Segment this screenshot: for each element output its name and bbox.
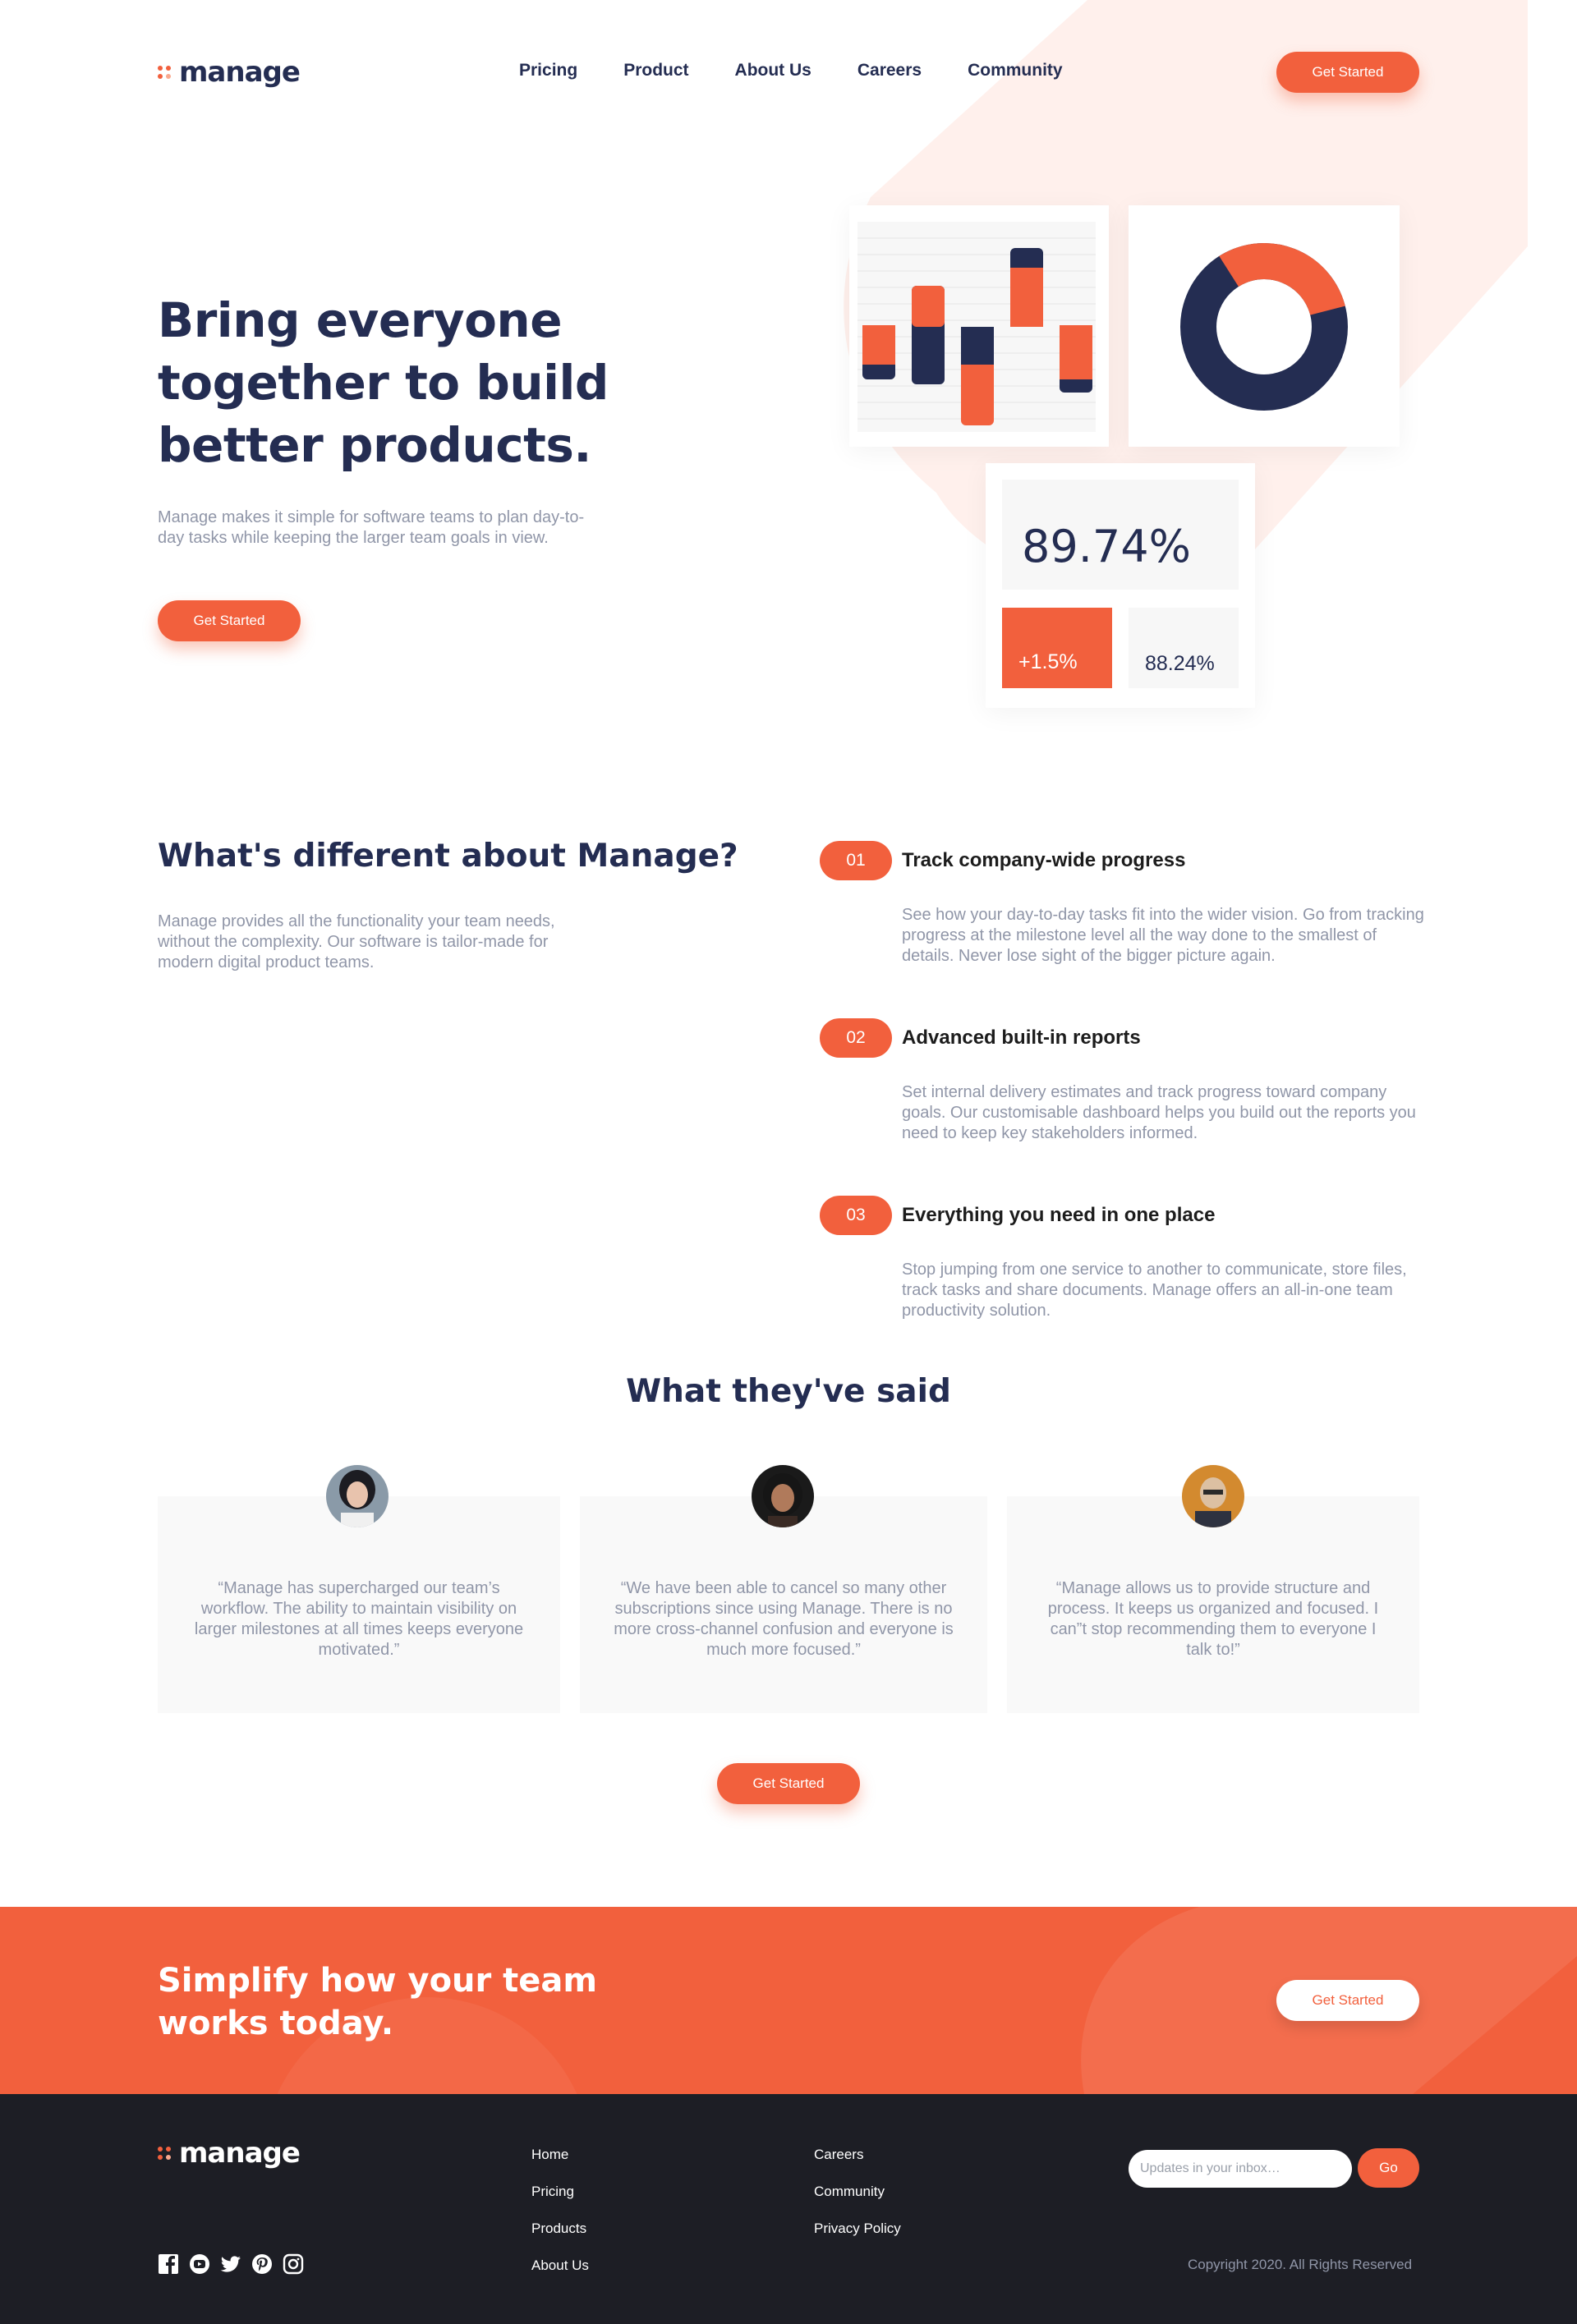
header-get-started-button[interactable]: Get Started: [1276, 52, 1419, 93]
nav-item-about-us[interactable]: About Us: [735, 61, 811, 80]
newsletter-email-input[interactable]: [1129, 2150, 1352, 2188]
copyright-text: Copyright 2020. All Rights Reserved: [1188, 2257, 1413, 2272]
footer-link-home[interactable]: Home: [531, 2147, 568, 2163]
instagram-icon[interactable]: [283, 2253, 304, 2275]
donut-chart-card: [1129, 205, 1400, 447]
features-title: What's different about Manage?: [158, 838, 738, 875]
chart-bar: [1060, 325, 1092, 379]
testimonial-card: “We have been able to cancel so many oth…: [580, 1496, 987, 1713]
testimonial-card: “Manage allows us to provide structure a…: [1007, 1496, 1419, 1713]
donut-slice: [1219, 243, 1345, 316]
feature-title: Everything you need in one place: [902, 1204, 1216, 1226]
pinterest-icon[interactable]: [251, 2253, 273, 2275]
testimonial-card: “Manage has supercharged our team’s work…: [158, 1496, 560, 1713]
feature-description: See how your day-to-day tasks fit into t…: [902, 906, 1424, 965]
donut-chart-illustration: [1180, 243, 1348, 411]
change-stat-panel: +1.5%: [1002, 608, 1112, 688]
newsletter-go-button[interactable]: Go: [1358, 2148, 1419, 2188]
footer-logo[interactable]: manage: [158, 2137, 301, 2170]
features-description: Manage provides all the functionality yo…: [158, 912, 555, 971]
testimonials-title: What they've said: [626, 1373, 951, 1410]
hero-title: Bring everyone together to build better …: [158, 292, 609, 473]
footer-link-products[interactable]: Products: [531, 2221, 586, 2237]
hero-description: Manage makes it simple for software team…: [158, 508, 585, 547]
footer-link-careers[interactable]: Careers: [814, 2147, 863, 2163]
youtube-icon[interactable]: [189, 2253, 210, 2275]
hero-get-started-button[interactable]: Get Started: [158, 600, 301, 641]
chart-bar: [912, 286, 945, 327]
avatar-woman-2: [752, 1465, 814, 1527]
avatar-man-1: [1182, 1465, 1244, 1527]
footer-link-about-us[interactable]: About Us: [531, 2257, 589, 2274]
testimonials-get-started-button[interactable]: Get Started: [717, 1763, 860, 1804]
footer-link-privacy-policy[interactable]: Privacy Policy: [814, 2221, 901, 2237]
feature-title: Advanced built-in reports: [902, 1027, 1141, 1049]
cta-get-started-button[interactable]: Get Started: [1276, 1980, 1419, 2021]
feature-number-badge: 01: [820, 841, 892, 880]
bar-chart-illustration: [857, 222, 1096, 432]
cta-banner: Simplify how your team works today. Get …: [0, 1907, 1577, 2094]
testimonial-quote: “We have been able to cancel so many oth…: [614, 1579, 954, 1659]
facebook-icon[interactable]: [158, 2253, 179, 2275]
twitter-icon[interactable]: [220, 2253, 241, 2275]
nav-item-careers[interactable]: Careers: [857, 61, 922, 80]
chart-bar: [961, 327, 994, 365]
header-logo[interactable]: manage: [158, 56, 301, 89]
nav-item-pricing[interactable]: Pricing: [519, 61, 577, 80]
change-stat-value: +1.5%: [1018, 650, 1078, 673]
logo-wordmark: manage: [179, 56, 301, 89]
feature-number-badge: 03: [820, 1196, 892, 1235]
logo-mark-icon: [158, 2147, 171, 2160]
secondary-stat-panel: 88.24%: [1129, 608, 1239, 688]
logo-mark-icon: [158, 66, 171, 79]
testimonial-quote: “Manage has supercharged our team’s work…: [194, 1579, 524, 1659]
feature-description: Set internal delivery estimates and trac…: [902, 1083, 1416, 1142]
big-stat-value: 89.74%: [1022, 521, 1191, 572]
chart-bar: [1010, 268, 1043, 327]
bar-chart-card: [849, 205, 1109, 447]
avatar-woman-1: [326, 1465, 389, 1527]
nav-item-community[interactable]: Community: [968, 61, 1063, 80]
feature-title: Track company-wide progress: [902, 849, 1186, 871]
main-nav: Pricing Product About Us Careers Communi…: [519, 61, 1063, 80]
feature-number-badge: 02: [820, 1018, 892, 1058]
chart-bar: [862, 325, 895, 365]
nav-item-product[interactable]: Product: [623, 61, 688, 80]
secondary-stat-value: 88.24%: [1145, 652, 1215, 675]
testimonial-quote: “Manage allows us to provide structure a…: [1047, 1579, 1379, 1659]
feature-description: Stop jumping from one service to another…: [902, 1261, 1407, 1320]
footer: manage Home Pricing Products About Us Ca…: [0, 2094, 1577, 2324]
footer-link-community[interactable]: Community: [814, 2184, 885, 2200]
stats-card: 89.74% +1.5% 88.24%: [986, 463, 1255, 708]
big-stat-panel: 89.74%: [1002, 480, 1239, 590]
footer-link-pricing[interactable]: Pricing: [531, 2184, 574, 2200]
cta-title: Simplify how your team works today.: [158, 1962, 598, 2042]
logo-wordmark: manage: [179, 2137, 301, 2170]
